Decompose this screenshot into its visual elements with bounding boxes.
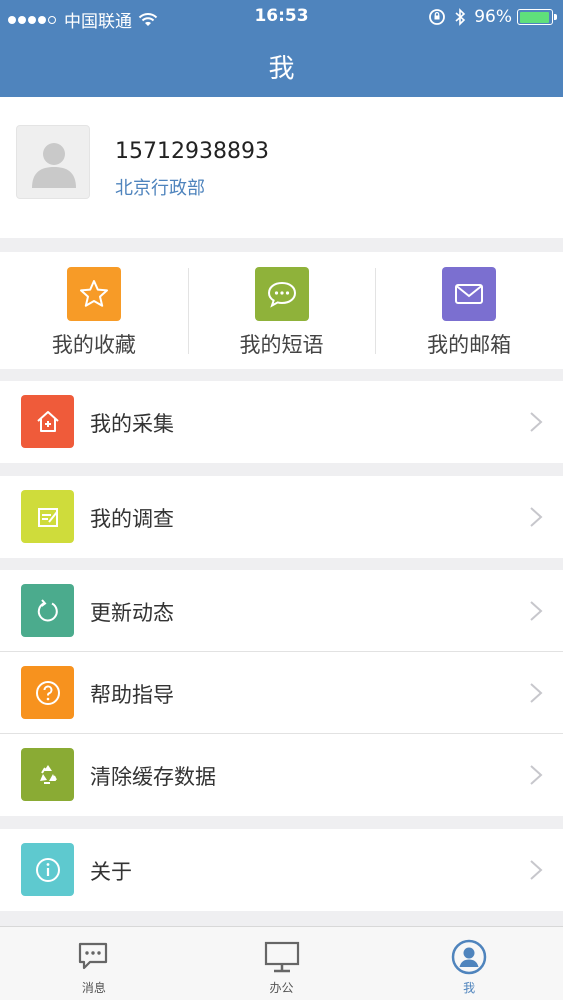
menu-item-help-label: 帮助指导 — [90, 683, 174, 707]
tab-me-label: 我 — [463, 981, 476, 995]
tab-office-label: 办公 — [269, 981, 294, 995]
help-icon — [21, 666, 74, 719]
edit-note-icon — [21, 490, 74, 543]
status-right: 96% — [428, 7, 557, 27]
quick-mailbox[interactable]: 我的邮箱 — [375, 252, 563, 369]
menu-item-collect-label: 我的采集 — [90, 412, 174, 436]
quick-phrases-label: 我的短语 — [239, 333, 324, 357]
tab-messages[interactable]: 消息 — [0, 927, 188, 1000]
chevron-right-icon — [530, 860, 543, 880]
battery-icon — [517, 9, 557, 25]
bluetooth-icon — [455, 8, 466, 26]
chevron-right-icon — [530, 601, 543, 621]
chat-bubble-icon — [254, 267, 309, 321]
menu-item-clear-cache-label: 清除缓存数据 — [90, 765, 216, 789]
page-title: 我 — [268, 54, 295, 84]
menu-item-collect[interactable]: 我的采集 — [0, 381, 563, 463]
battery-percent: 96% — [474, 7, 512, 27]
house-plus-icon — [21, 395, 74, 448]
rotation-lock-icon — [429, 9, 446, 25]
profile-card[interactable]: 15712938893 北京行政部 — [0, 97, 563, 238]
menu-item-updates[interactable]: 更新动态 — [0, 570, 563, 652]
menu-group-survey: 我的调查 — [0, 476, 563, 558]
quick-favorites-label: 我的收藏 — [51, 333, 136, 357]
quick-phrases[interactable]: 我的短语 — [187, 252, 376, 369]
menu-item-survey[interactable]: 我的调查 — [0, 476, 563, 558]
user-department: 北京行政部 — [115, 178, 205, 199]
menu-item-survey-label: 我的调查 — [90, 507, 174, 531]
quick-favorites[interactable]: 我的收藏 — [0, 252, 188, 369]
message-icon — [74, 937, 114, 977]
menu-group-about: 关于 — [0, 829, 563, 911]
tab-messages-label: 消息 — [81, 981, 106, 995]
status-bar: 中国联通 16:53 96% — [0, 0, 563, 34]
user-icon — [449, 937, 489, 977]
menu-item-about[interactable]: 关于 — [0, 829, 563, 911]
recycle-icon — [21, 748, 74, 801]
monitor-icon — [262, 937, 302, 977]
menu-item-updates-label: 更新动态 — [90, 601, 174, 625]
tab-bar: 消息 办公 我 — [0, 926, 563, 1000]
refresh-icon — [21, 584, 74, 637]
default-avatar-icon — [32, 143, 76, 188]
tab-me[interactable]: 我 — [375, 927, 563, 1000]
star-icon — [66, 267, 121, 321]
tab-office[interactable]: 办公 — [188, 927, 376, 1000]
chevron-right-icon — [530, 683, 543, 703]
quick-mailbox-label: 我的邮箱 — [427, 333, 512, 357]
quick-actions: 我的收藏 我的短语 我的邮箱 — [0, 252, 563, 369]
mail-icon — [442, 267, 497, 321]
chevron-right-icon — [530, 507, 543, 527]
menu-item-clear-cache[interactable]: 清除缓存数据 — [0, 734, 563, 816]
menu-group-system: 更新动态 帮助指导 清除缓存数据 — [0, 570, 563, 816]
menu-item-about-label: 关于 — [90, 860, 132, 884]
chevron-right-icon — [530, 765, 543, 785]
nav-bar: 我 — [0, 34, 563, 97]
avatar[interactable] — [16, 125, 90, 199]
menu-item-help[interactable]: 帮助指导 — [0, 652, 563, 734]
user-phone: 15712938893 — [115, 139, 269, 164]
info-icon — [21, 843, 74, 896]
chevron-right-icon — [530, 412, 543, 432]
menu-group-collect: 我的采集 — [0, 381, 563, 463]
